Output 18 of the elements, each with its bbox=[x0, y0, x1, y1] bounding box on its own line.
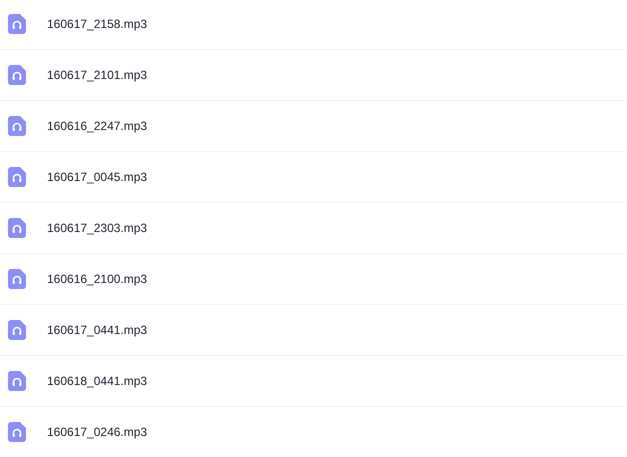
audio-file-icon bbox=[8, 371, 26, 391]
file-name[interactable]: 160616_2247.mp3 bbox=[47, 117, 148, 135]
audio-file-icon bbox=[8, 167, 26, 187]
file-name[interactable]: 160617_2101.mp3 bbox=[47, 66, 148, 84]
audio-file-icon bbox=[8, 218, 26, 238]
file-name[interactable]: 160618_0441.mp3 bbox=[47, 372, 148, 390]
audio-file-icon bbox=[8, 116, 26, 136]
audio-file-icon bbox=[8, 422, 26, 442]
file-name[interactable]: 160617_0045.mp3 bbox=[47, 168, 148, 186]
file-name[interactable]: 160617_2158.mp3 bbox=[47, 15, 148, 33]
audio-file-icon bbox=[8, 320, 26, 340]
file-name[interactable]: 160616_2100.mp3 bbox=[47, 270, 148, 288]
audio-file-icon bbox=[8, 269, 26, 289]
file-name[interactable]: 160617_0441.mp3 bbox=[47, 321, 148, 339]
audio-file-icon bbox=[8, 65, 26, 85]
file-name[interactable]: 160617_2303.mp3 bbox=[47, 219, 148, 237]
file-name[interactable]: 160617_0246.mp3 bbox=[47, 423, 148, 441]
audio-file-icon bbox=[8, 14, 26, 34]
